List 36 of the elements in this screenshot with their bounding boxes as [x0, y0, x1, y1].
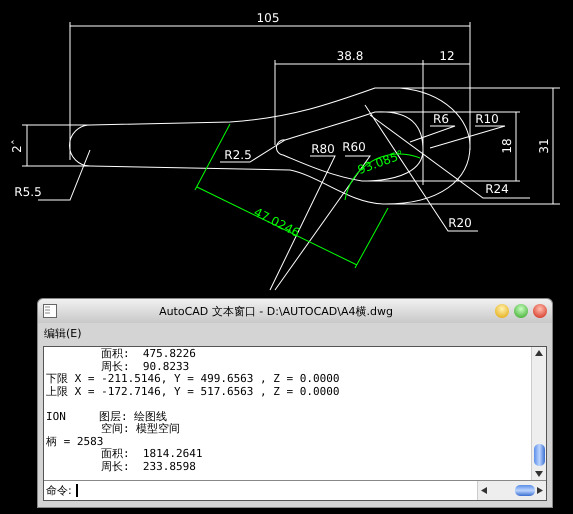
dimension-label: R10 [475, 112, 499, 126]
dimension-label: R80 [311, 142, 335, 156]
close-button[interactable] [533, 304, 547, 318]
dimension-label: R5.5 [14, 185, 42, 199]
log-line: 面积: 475.8226 [100, 348, 197, 360]
log-line: 周长: 90.8233 [100, 360, 190, 373]
command-input-field[interactable]: 命令: [44, 481, 477, 500]
scroll-thumb[interactable] [515, 485, 535, 496]
menu-item[interactable]: 编辑(E) [44, 326, 82, 340]
log-line: 柄 = 2583 [46, 436, 104, 448]
log-line: 下限 X = -211.5146, Y = 499.6563 , Z = 0.0000 [46, 373, 341, 386]
log-line: 空间: 模型空间 [100, 423, 182, 436]
window-title: AutoCAD 文本窗口 - D:\AUTOCAD\A4横.dwg [158, 304, 394, 318]
log-line: 上限 X = -172.7146, Y = 517.6563 , Z = 0.0000 [46, 386, 341, 398]
scroll-left-icon[interactable] [481, 487, 487, 494]
dimension-label: R24 [485, 182, 509, 196]
window-icon [43, 304, 57, 318]
scroll-thumb[interactable] [534, 444, 544, 466]
dimension-label: 38.8 [336, 49, 364, 63]
dimension-label: R2.5 [224, 148, 252, 162]
dimension-label: R60 [342, 140, 366, 154]
scroll-down-icon[interactable] [535, 471, 543, 477]
dimension-label: R6 [433, 112, 449, 126]
dimension-label: 18 [500, 138, 514, 154]
dimension-label: 12 [439, 49, 455, 63]
log-line: 面积: 1814.2641 [100, 448, 204, 460]
scroll-right-icon[interactable] [537, 487, 543, 494]
dimension-label: R20 [448, 216, 472, 230]
log-line: 周长: 233.8598 [100, 460, 197, 473]
scroll-up-icon[interactable] [535, 350, 543, 356]
dimension-label: 2ˆ [10, 139, 24, 153]
horizontal-scrollbar[interactable] [477, 481, 546, 500]
dimension-label: 31 [537, 138, 551, 154]
dimension-label: 105 [256, 11, 280, 25]
vertical-scrollbar[interactable] [531, 347, 546, 480]
log-line: ION 图层: 绘图线 [46, 408, 168, 422]
